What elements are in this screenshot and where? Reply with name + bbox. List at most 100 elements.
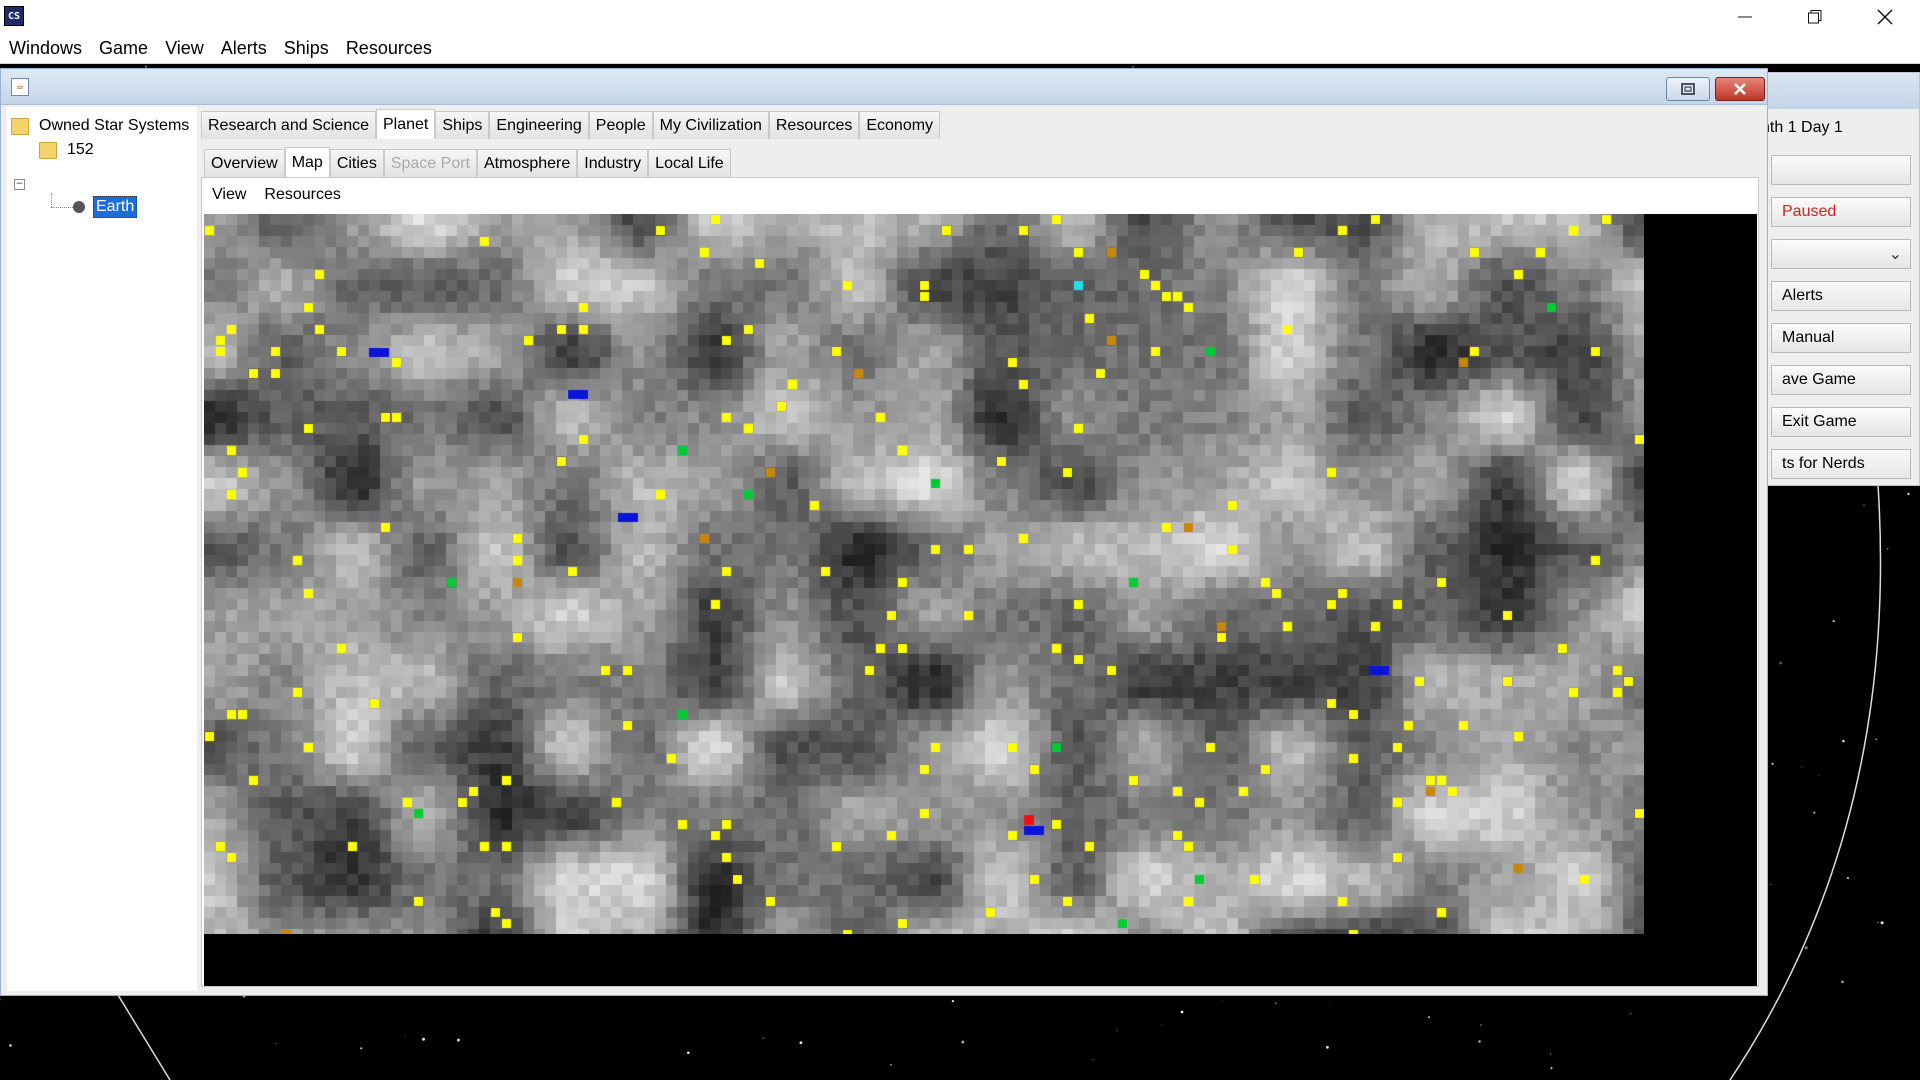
exit-game-button[interactable]: Exit Game	[1771, 407, 1911, 437]
star	[360, 1047, 363, 1050]
tab-map[interactable]: Map	[284, 147, 330, 177]
window-minimize-icon	[1738, 16, 1752, 18]
star	[1550, 1067, 1553, 1070]
tab-research-and-science[interactable]: Research and Science	[201, 111, 376, 139]
star	[1092, 1059, 1094, 1060]
star	[890, 1063, 892, 1066]
tab-people[interactable]: People	[588, 111, 653, 139]
star	[762, 1037, 765, 1039]
os-titlebar: CS	[0, 0, 1920, 34]
tab-industry[interactable]: Industry	[577, 149, 649, 177]
star	[1180, 1010, 1184, 1014]
star	[1804, 946, 1808, 950]
tab-planet[interactable]: Planet	[375, 109, 436, 139]
tree-root[interactable]: Owned Star Systems	[11, 117, 189, 135]
star	[1161, 1024, 1163, 1026]
tab-overview[interactable]: Overview	[204, 149, 285, 177]
window-close-button[interactable]	[1850, 0, 1920, 34]
frame-titlebar: ☕	[1, 69, 1767, 105]
frame-restore-button[interactable]	[1666, 77, 1710, 101]
star	[1813, 811, 1816, 814]
frame-close-button[interactable]	[1715, 77, 1765, 101]
folder-icon	[11, 117, 29, 135]
star	[1770, 884, 1772, 885]
folder-icon	[39, 141, 57, 159]
star	[951, 999, 955, 1003]
tab-resources[interactable]: Resources	[768, 111, 860, 139]
menu-ships[interactable]: Ships	[284, 38, 329, 59]
star	[1771, 762, 1774, 765]
speed-field[interactable]	[1771, 155, 1911, 185]
tab-my-civilization[interactable]: My Civilization	[652, 111, 769, 139]
star	[1841, 980, 1844, 984]
star	[1801, 766, 1802, 768]
star	[1832, 620, 1835, 623]
star	[1779, 661, 1783, 665]
planet-icon	[73, 201, 85, 213]
map-panel: View Resources	[201, 177, 1759, 987]
window-close-icon	[1877, 9, 1893, 25]
tab-economy[interactable]: Economy	[859, 111, 941, 139]
tab-ships[interactable]: Ships	[435, 111, 490, 139]
manual-button[interactable]: Manual	[1771, 323, 1911, 353]
star	[961, 1040, 965, 1044]
tab-space-port: Space Port	[383, 149, 477, 177]
menu-view[interactable]: View	[165, 38, 204, 59]
window-minimize-button[interactable]	[1710, 0, 1780, 34]
star	[799, 1041, 803, 1045]
frame-restore-icon	[1681, 83, 1695, 95]
tree-system-label: 152	[67, 141, 94, 158]
planet-internal-frame: ☕ Owned Star Systems − 152 Earth Researc…	[0, 68, 1768, 996]
star	[1325, 1045, 1329, 1049]
star	[1842, 739, 1845, 743]
star	[1863, 504, 1865, 507]
main-tabs: Research and Science Planet Ships Engine…	[201, 109, 941, 139]
orbit-line-left	[117, 994, 171, 1080]
window-maximize-icon	[1808, 10, 1822, 24]
star	[1887, 548, 1889, 550]
star	[1478, 1040, 1481, 1043]
star	[456, 1038, 460, 1042]
star	[0, 998, 1, 1001]
alerts-button[interactable]: Alerts	[1771, 281, 1911, 311]
map-menu-resources[interactable]: Resources	[264, 186, 340, 204]
star	[1818, 774, 1820, 776]
star	[1480, 1024, 1483, 1026]
star	[1328, 1002, 1330, 1004]
tab-local-life[interactable]: Local Life	[648, 149, 731, 177]
menu-game[interactable]: Game	[99, 38, 148, 59]
window-maximize-button[interactable]	[1780, 0, 1850, 34]
java-icon: ☕	[11, 78, 29, 96]
map-menu-view[interactable]: View	[212, 186, 246, 204]
tree-root-label: Owned Star Systems	[39, 117, 190, 134]
star	[1222, 1000, 1224, 1002]
menu-windows[interactable]: Windows	[9, 38, 82, 59]
tree-collapse-toggle[interactable]: −	[14, 179, 25, 190]
tab-atmosphere[interactable]: Atmosphere	[476, 149, 578, 177]
main-menu-bar: Windows Game View Alerts Ships Resources	[0, 34, 1920, 64]
planet-map[interactable]	[204, 214, 1757, 986]
star	[9, 1044, 12, 1047]
star	[1907, 492, 1910, 496]
planet-subtabs: Overview Map Cities Space Port Atmospher…	[204, 147, 731, 177]
save-game-button[interactable]: ave Game	[1771, 365, 1911, 395]
star	[422, 1037, 425, 1041]
tree-planet-earth[interactable]: Earth	[93, 196, 138, 218]
tree-connector	[51, 207, 73, 208]
speed-dropdown[interactable]: ⌄	[1771, 239, 1911, 269]
star	[1116, 1029, 1118, 1031]
star	[1877, 921, 1879, 923]
star-system-tree: Owned Star Systems − 152 Earth	[7, 107, 197, 991]
menu-resources[interactable]: Resources	[346, 38, 432, 59]
terrain-map-canvas[interactable]	[204, 214, 1644, 934]
star	[1428, 1016, 1431, 1019]
tab-engineering[interactable]: Engineering	[489, 111, 589, 139]
stats-for-nerds-button[interactable]: ts for Nerds	[1771, 449, 1911, 479]
menu-alerts[interactable]: Alerts	[221, 38, 267, 59]
tree-system-node[interactable]: 152	[39, 141, 94, 159]
tab-cities[interactable]: Cities	[329, 149, 384, 177]
star	[1875, 738, 1878, 741]
star	[1880, 921, 1884, 925]
pause-status-button[interactable]: Paused	[1771, 197, 1911, 227]
chevron-down-icon: ⌄	[1888, 246, 1902, 263]
